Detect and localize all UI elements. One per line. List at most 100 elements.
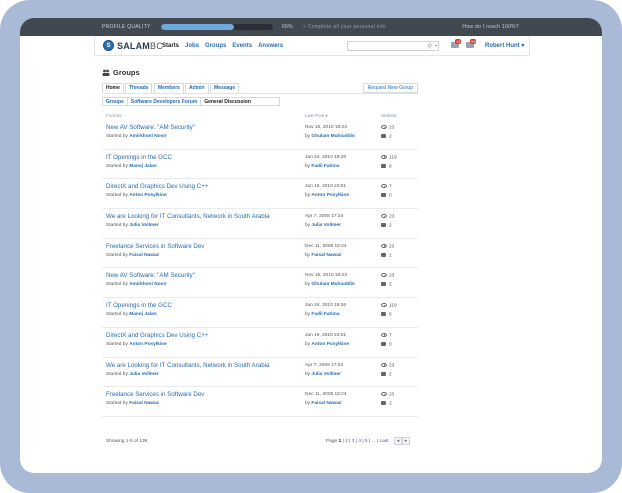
- page-link-last[interactable]: Last: [379, 439, 388, 444]
- nav-link-groups[interactable]: Groups: [205, 43, 226, 49]
- table-row: We are Looking for IT Consultants, Netwo…: [102, 209, 418, 239]
- replies-value: 6: [389, 312, 392, 318]
- views-value: 23: [389, 244, 395, 250]
- started-by-user-link[interactable]: Manoj Jalan: [129, 164, 156, 169]
- thread-title-link[interactable]: DirectX and Graphics Dev Using C++: [106, 332, 208, 339]
- eye-icon: [381, 303, 387, 308]
- last-post-by: by Faisal Nawaz: [305, 253, 341, 258]
- comment-icon: [381, 163, 386, 168]
- tab-home[interactable]: Home: [102, 83, 124, 93]
- user-menu[interactable]: Robert Hunt ▾: [485, 42, 524, 49]
- views-count: 119: [381, 303, 397, 308]
- started-by-prefix: Started by: [106, 163, 130, 169]
- page-link-4[interactable]: 4: [358, 439, 361, 444]
- notifications-icon[interactable]: 99: [466, 39, 477, 49]
- profile-progress-fill: [161, 24, 234, 30]
- search-icon[interactable]: ⚲: [428, 43, 432, 50]
- last-post-user-link[interactable]: Faisal Nawaz: [311, 401, 341, 406]
- thread-title-link[interactable]: IT Openings in the GCC: [106, 154, 172, 161]
- thread-title-link[interactable]: We are Looking for IT Consultants, Netwo…: [106, 362, 269, 369]
- thread-title-link[interactable]: Freelance Services in Software Dev: [106, 391, 204, 398]
- breadcrumb-groups[interactable]: Groups: [102, 97, 128, 106]
- tab-admin[interactable]: Admin: [185, 83, 209, 93]
- last-post-user-link[interactable]: Anton Posylkine: [311, 342, 349, 347]
- started-by-user-link[interactable]: Amirkhoni Nosir: [129, 134, 166, 139]
- eye-icon: [381, 154, 387, 159]
- last-post-user-link[interactable]: Ghulam Muhiuddin: [311, 282, 354, 287]
- logo[interactable]: S SALAMBC: [103, 40, 163, 51]
- comment-icon: [381, 252, 386, 257]
- tab-members[interactable]: Members: [154, 83, 184, 93]
- comment-icon: [381, 282, 386, 287]
- comment-icon: [381, 341, 386, 346]
- started-by-user-link[interactable]: Julia Vollmer: [129, 372, 159, 377]
- started-by-prefix: Started by: [106, 223, 130, 229]
- thread-title-link[interactable]: New AV Software: "AM Security": [106, 124, 195, 131]
- nav-link-starts[interactable]: Starts: [162, 43, 179, 49]
- thread-title-link[interactable]: IT Openings in the GCC: [106, 302, 172, 309]
- thread-started-by: Started by Manoj Jalan: [106, 312, 157, 317]
- request-new-group-button[interactable]: Request New Group: [362, 83, 418, 93]
- how-reach-100-link[interactable]: How do I reach 100%?: [462, 24, 519, 30]
- next-page-icon[interactable]: ▸: [402, 437, 410, 445]
- table-row: DirectX and Graphics Dev Using C++ Starte…: [102, 328, 418, 358]
- last-post-by: by Julia Vollmer: [305, 223, 341, 228]
- header-last-post[interactable]: Last Post ▾: [305, 113, 328, 119]
- last-post-user-link[interactable]: Anton Posylkine: [311, 193, 349, 198]
- views-count: 23: [381, 214, 394, 219]
- breadcrumb-forum[interactable]: Software Developers Forum: [126, 97, 202, 106]
- tab-message[interactable]: Message: [210, 83, 240, 93]
- last-post-by: by Ghulam Muhiuddin: [305, 282, 355, 287]
- replies-count: 2: [381, 223, 392, 228]
- messages-icon[interactable]: 12: [451, 39, 462, 49]
- replies-value: 2: [389, 253, 392, 259]
- thread-title-link[interactable]: Freelance Services in Software Dev: [106, 243, 204, 250]
- started-by-user-link[interactable]: Faisal Nawaz: [129, 253, 159, 258]
- last-post-user-link[interactable]: Fadil Fatima: [311, 312, 339, 317]
- page-link-3[interactable]: 3: [352, 439, 355, 444]
- prev-page-icon[interactable]: ◂: [394, 437, 402, 445]
- started-by-user-link[interactable]: Amirkhoni Nosir: [129, 282, 166, 287]
- last-post-by: by Fadil Fatima: [305, 164, 339, 169]
- tab-threads[interactable]: Threads: [125, 83, 153, 93]
- replies-value: 2: [389, 401, 392, 407]
- thread-title-link[interactable]: We are Looking for IT Consultants, Netwo…: [106, 213, 269, 220]
- started-by-user-link[interactable]: Anton Posylkine: [129, 193, 167, 198]
- search-input[interactable]: ⚲ ▾: [347, 41, 439, 51]
- last-post-user-link[interactable]: Ghulam Muhiuddin: [311, 134, 354, 139]
- eye-icon: [381, 332, 387, 337]
- thread-started-by: Started by Amirkhoni Nosir: [106, 282, 167, 287]
- replies-count: 2: [381, 252, 392, 259]
- table-row: IT Openings in the GCC Started by Manoj J…: [102, 150, 418, 180]
- logo-mark-icon: S: [103, 40, 114, 51]
- last-post-user-link[interactable]: Julia Vollmer: [311, 372, 341, 377]
- thread-started-by: Started by Amirkhoni Nosir: [106, 134, 167, 139]
- messages-badge: 12: [455, 39, 462, 44]
- page-link-2[interactable]: 2: [345, 439, 348, 444]
- nav-link-jobs[interactable]: Jobs: [185, 43, 199, 49]
- table-row: Freelance Services in Software Dev Starte…: [102, 239, 418, 269]
- eye-icon: [381, 243, 387, 248]
- search-options-chevron-icon[interactable]: ▾: [435, 43, 437, 48]
- last-post-user-link[interactable]: Fadil Fatima: [311, 164, 339, 169]
- replies-value: 2: [389, 223, 392, 229]
- comment-icon: [381, 134, 386, 138]
- profile-progress-percent: 65%: [282, 24, 293, 30]
- logo-text-bold: SALAM: [117, 40, 150, 51]
- primary-nav: Starts Jobs Groups Events Answers: [162, 43, 283, 49]
- thread-title-link[interactable]: New AV Software: "AM Security": [106, 272, 195, 279]
- started-by-user-link[interactable]: Anton Posylkine: [129, 342, 167, 347]
- thread-title-link[interactable]: DirectX and Graphics Dev Using C++: [106, 183, 208, 190]
- nav-link-answers[interactable]: Answers: [258, 43, 283, 49]
- started-by-user-link[interactable]: Faisal Nawaz: [129, 401, 159, 406]
- started-by-prefix: Started by: [106, 282, 130, 288]
- started-by-user-link[interactable]: Manoj Jalan: [129, 312, 156, 317]
- started-by-user-link[interactable]: Julia Vollmer: [129, 223, 159, 228]
- complete-info-link[interactable]: » Complete all your personal info: [303, 24, 386, 30]
- last-post-user-link[interactable]: Julia Vollmer: [311, 223, 341, 228]
- page-link-5[interactable]: 5: [365, 439, 368, 444]
- replies-value: 2: [389, 282, 392, 288]
- nav-link-events[interactable]: Events: [232, 43, 252, 49]
- last-post-date: Nov 16, 2010 18:23: [305, 273, 347, 279]
- last-post-user-link[interactable]: Faisal Nawaz: [311, 253, 341, 258]
